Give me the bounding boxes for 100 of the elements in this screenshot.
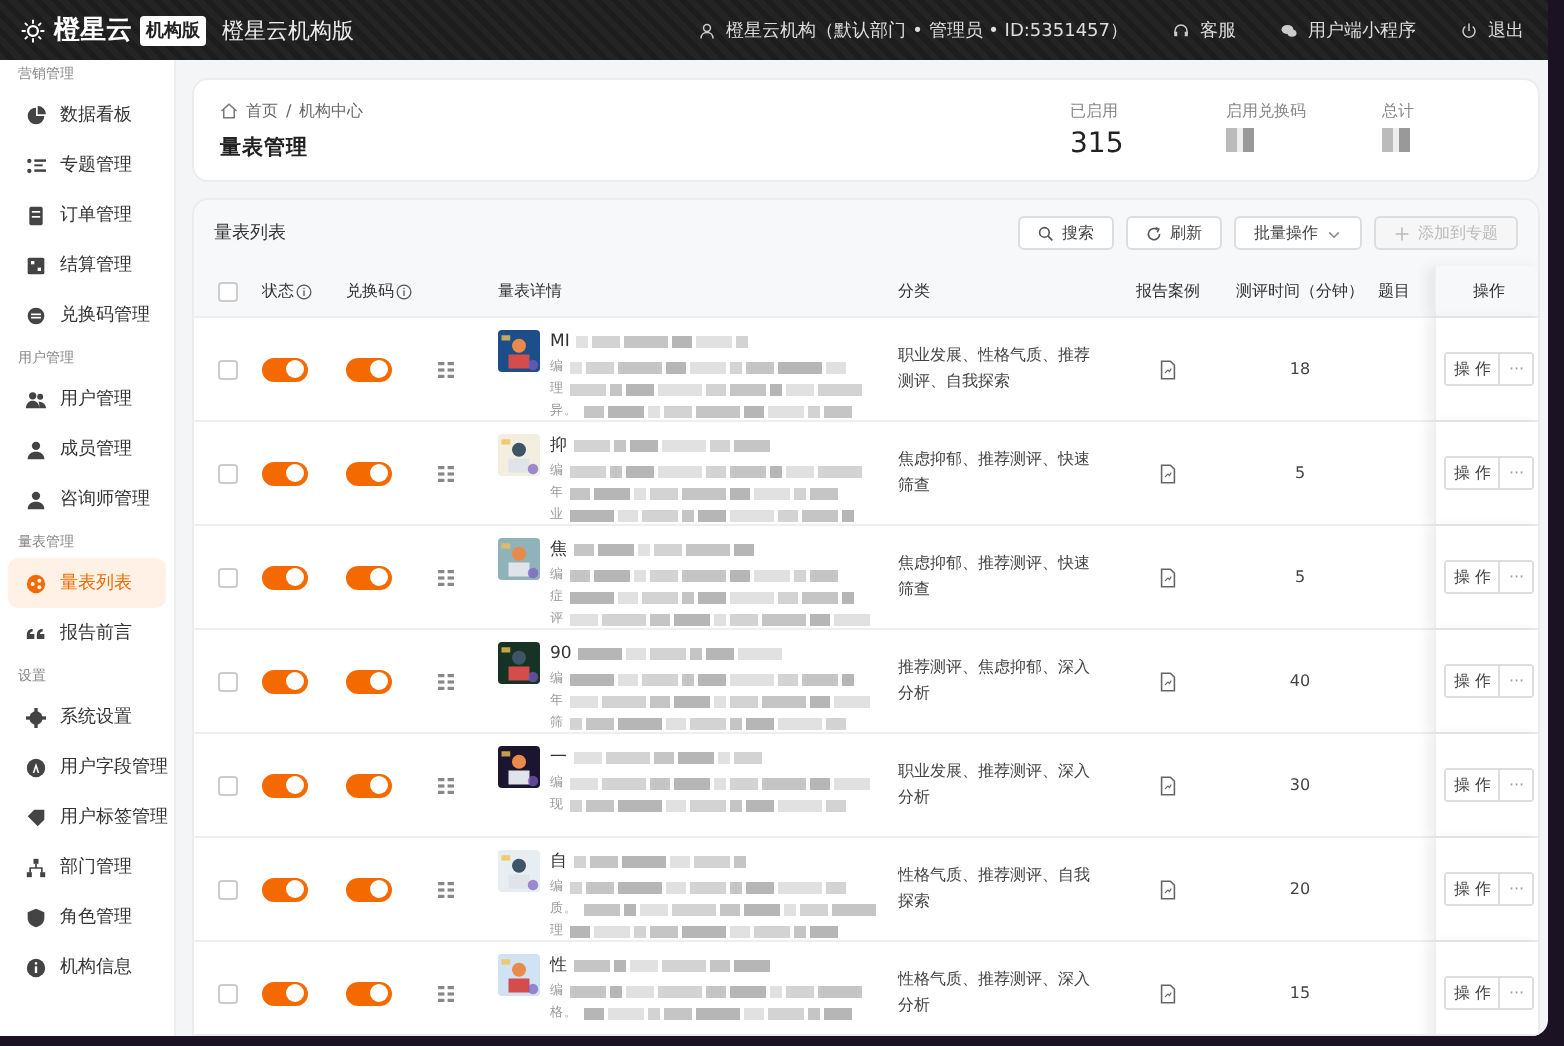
sidebar-item[interactable]: 订单管理	[8, 190, 166, 240]
qr-code-icon[interactable]	[438, 985, 454, 1001]
scale-title[interactable]: 自	[550, 850, 568, 874]
scale-title[interactable]: 焦	[550, 538, 568, 562]
document-icon[interactable]	[1160, 879, 1176, 899]
sidebar-item[interactable]: 用户标签管理	[8, 792, 166, 842]
page-title: 量表管理	[220, 133, 310, 161]
column-header: 测评时间（分钟）	[1236, 280, 1364, 302]
sidebar-item[interactable]: 用户管理	[8, 374, 166, 424]
status-toggle[interactable]	[262, 669, 308, 693]
qr-code-icon[interactable]	[438, 777, 454, 793]
duration-text: 20	[1289, 880, 1311, 898]
column-header: 量表详情	[498, 280, 562, 302]
list-icon	[26, 155, 46, 175]
stat-label: 总计	[1382, 100, 1416, 122]
stat-label: 已启用	[1070, 100, 1120, 122]
sidebar-item[interactable]: 角色管理	[8, 892, 166, 942]
topbar-link[interactable]: 用户端小程序	[1308, 17, 1416, 43]
scale-title[interactable]: 性	[550, 954, 568, 978]
column-header: 操作	[1473, 280, 1505, 302]
status-toggle[interactable]	[262, 357, 308, 381]
row-checkbox[interactable]	[218, 983, 238, 1003]
row-checkbox[interactable]	[218, 463, 238, 483]
toolbar-button[interactable]: 批量操作	[1234, 216, 1362, 250]
row-checkbox[interactable]	[218, 567, 238, 587]
toolbar-button[interactable]: 刷新	[1126, 216, 1222, 250]
duration-text: 5	[1294, 568, 1306, 586]
code-toggle[interactable]	[346, 565, 392, 589]
breadcrumb-link[interactable]: 首页	[246, 99, 278, 121]
row-checkbox[interactable]	[218, 775, 238, 795]
scale-title[interactable]: MI	[550, 332, 570, 352]
sidebar-item[interactable]: 兑换码管理	[8, 290, 166, 340]
document-icon[interactable]	[1160, 359, 1176, 379]
document-icon[interactable]	[1160, 567, 1176, 587]
row-checkbox[interactable]	[218, 671, 238, 691]
sidebar-item[interactable]: 专题管理	[8, 140, 166, 190]
sidebar-item[interactable]: 机构信息	[8, 942, 166, 992]
scale-title[interactable]: 90	[550, 644, 572, 664]
sidebar-item[interactable]: 数据看板	[8, 90, 166, 140]
status-toggle[interactable]	[262, 565, 308, 589]
document-icon[interactable]	[1160, 983, 1176, 1003]
toolbar-button[interactable]: 搜索	[1018, 216, 1114, 250]
column-header: 分类	[898, 280, 930, 302]
topbar-link[interactable]: 客服	[1200, 17, 1236, 43]
sidebar-item[interactable]: 咨询师管理	[8, 474, 166, 524]
document-icon[interactable]	[1160, 671, 1176, 691]
edition-badge: 机构版	[140, 15, 206, 45]
duration-text: 15	[1289, 984, 1311, 1002]
doc-icon	[26, 205, 46, 225]
home-icon	[220, 101, 238, 119]
duration-text: 5	[1294, 464, 1306, 482]
qr-code-icon[interactable]	[438, 465, 454, 481]
duration-text: 40	[1289, 672, 1311, 690]
document-icon[interactable]	[1160, 775, 1176, 795]
row-checkbox[interactable]	[218, 359, 238, 379]
category-text: 职业发展、性格气质、推荐测评、自我探索	[898, 343, 1092, 393]
sidebar-item[interactable]: 成员管理	[8, 424, 166, 474]
code-toggle[interactable]	[346, 981, 392, 1005]
plus-icon	[1394, 225, 1410, 241]
qr-code-icon[interactable]	[438, 673, 454, 689]
code-toggle[interactable]	[346, 461, 392, 485]
status-toggle[interactable]	[262, 877, 308, 901]
document-icon[interactable]	[1160, 463, 1176, 483]
pie-icon	[26, 105, 46, 125]
scale-title[interactable]: 抑	[550, 434, 568, 458]
blurred-value	[1226, 128, 1254, 152]
status-toggle[interactable]	[262, 461, 308, 485]
category-text: 焦虑抑郁、推荐测评、快速筛查	[898, 447, 1092, 497]
sidebar-item[interactable]: 用户字段管理	[8, 742, 166, 792]
user-icon	[26, 489, 46, 509]
scale-title[interactable]: 一	[550, 746, 568, 770]
stat-value: 315	[1070, 128, 1126, 160]
qr-code-icon[interactable]	[438, 569, 454, 585]
code-toggle[interactable]	[346, 357, 392, 381]
quote-icon	[26, 623, 46, 643]
status-toggle[interactable]	[262, 773, 308, 797]
sidebar-item[interactable]: 报告前言	[8, 608, 166, 658]
account-label[interactable]: 橙星云机构（默认部门 • 管理员 • ID:5351457）	[726, 17, 1128, 43]
shield-icon	[26, 907, 46, 927]
code-toggle[interactable]	[346, 877, 392, 901]
gear-icon	[26, 707, 46, 727]
category-text: 职业发展、推荐测评、深入分析	[898, 759, 1092, 809]
blurred-value	[1382, 128, 1410, 152]
sidebar-item[interactable]: 结算管理	[8, 240, 166, 290]
refresh-icon	[1146, 225, 1162, 241]
code-toggle[interactable]	[346, 669, 392, 693]
topbar-link[interactable]: 退出	[1488, 17, 1524, 43]
info-icon	[296, 283, 312, 299]
user-icon	[698, 21, 717, 39]
code-toggle[interactable]	[346, 773, 392, 797]
select-all-checkbox[interactable]	[218, 281, 238, 301]
qr-code-icon[interactable]	[438, 881, 454, 897]
status-toggle[interactable]	[262, 981, 308, 1005]
sidebar-item[interactable]: 系统设置	[8, 692, 166, 742]
row-checkbox[interactable]	[218, 879, 238, 899]
qr-code-icon[interactable]	[438, 361, 454, 377]
breadcrumb-separator: /	[286, 101, 292, 119]
sidebar-item[interactable]: 部门管理	[8, 842, 166, 892]
column-header: 状态	[262, 280, 294, 302]
column-header: 报告案例	[1136, 280, 1200, 302]
